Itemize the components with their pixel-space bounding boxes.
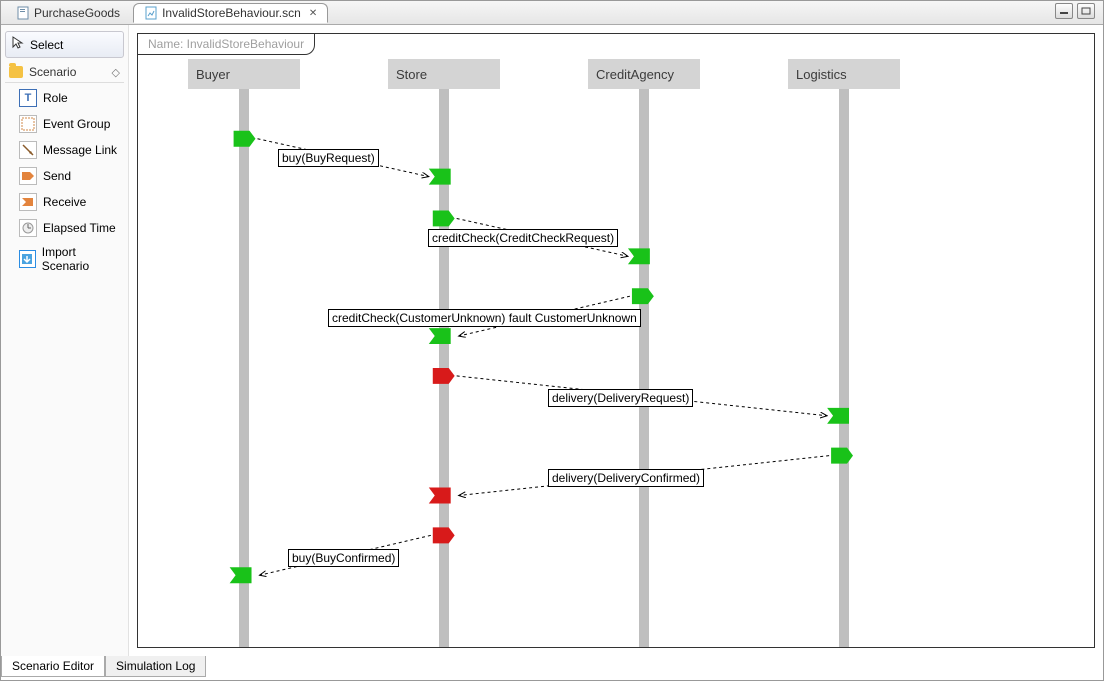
file-icon	[16, 6, 30, 20]
content-area: Select Scenario ◇ T Role Event Group	[1, 25, 1103, 656]
lifeline-buyer	[239, 89, 249, 647]
window-controls	[1055, 3, 1095, 19]
editor-window: PurchaseGoods InvalidStoreBehaviour.scn …	[0, 0, 1104, 681]
scenario-file-icon	[144, 6, 158, 20]
palette-group-label: Scenario	[29, 65, 76, 79]
message-label-buy-confirmed[interactable]: buy(BuyConfirmed)	[288, 549, 399, 567]
lifeline-store	[439, 89, 449, 647]
tab-invalid-store-behaviour[interactable]: InvalidStoreBehaviour.scn ✕	[133, 3, 328, 23]
folder-icon	[9, 66, 23, 78]
clock-icon	[19, 219, 37, 237]
tab-label: PurchaseGoods	[34, 6, 120, 20]
lifeline-creditagency	[639, 89, 649, 647]
palette-item-event-group[interactable]: Event Group	[5, 111, 124, 137]
message-label-creditcheck-fault[interactable]: creditCheck(CustomerUnknown) fault Custo…	[328, 309, 641, 327]
role-logistics[interactable]: Logistics	[788, 59, 900, 89]
role-label: CreditAgency	[596, 67, 674, 82]
message-link-icon	[19, 141, 37, 159]
tab-scenario-editor[interactable]: Scenario Editor	[1, 656, 105, 677]
event-group-icon	[19, 115, 37, 133]
lifeline-logistics	[839, 89, 849, 647]
palette-item-message-link[interactable]: Message Link	[5, 137, 124, 163]
palette-item-role[interactable]: T Role	[5, 85, 124, 111]
palette-item-label: Role	[43, 91, 68, 105]
palette-item-label: Event Group	[43, 117, 110, 131]
palette: Select Scenario ◇ T Role Event Group	[1, 25, 129, 656]
diagram-canvas[interactable]: Name: InvalidStoreBehaviour Buyer Store …	[129, 25, 1103, 656]
tab-purchase-goods[interactable]: PurchaseGoods	[5, 3, 131, 22]
diagram-connectors	[138, 59, 1094, 647]
editor-tab-bar: PurchaseGoods InvalidStoreBehaviour.scn …	[1, 1, 1103, 25]
tab-label: InvalidStoreBehaviour.scn	[162, 6, 301, 20]
palette-item-elapsed-time[interactable]: Elapsed Time	[5, 215, 124, 241]
role-creditagency[interactable]: CreditAgency	[588, 59, 700, 89]
minimize-button[interactable]	[1055, 3, 1073, 19]
cursor-icon	[12, 36, 24, 53]
message-label-buy-request[interactable]: buy(BuyRequest)	[278, 149, 379, 167]
palette-select-label: Select	[30, 38, 63, 52]
palette-group-scenario[interactable]: Scenario ◇	[5, 62, 124, 83]
import-icon	[19, 250, 36, 268]
palette-item-label: Receive	[43, 195, 86, 209]
diagram-name-label: Name: InvalidStoreBehaviour	[138, 34, 315, 55]
message-label-creditcheck-request[interactable]: creditCheck(CreditCheckRequest)	[428, 229, 618, 247]
sequence-diagram: Buyer Store CreditAgency Logistics	[138, 59, 1094, 647]
message-label-delivery-request[interactable]: delivery(DeliveryRequest)	[548, 389, 693, 407]
role-label: Store	[396, 67, 427, 82]
bottom-tab-bar: Scenario Editor Simulation Log	[1, 656, 1103, 680]
palette-item-send[interactable]: Send	[5, 163, 124, 189]
palette-item-label: Elapsed Time	[43, 221, 116, 235]
role-label: Logistics	[796, 67, 847, 82]
palette-item-label: Send	[43, 169, 71, 183]
palette-item-import-scenario[interactable]: Import Scenario	[5, 241, 124, 277]
palette-item-receive[interactable]: Receive	[5, 189, 124, 215]
palette-item-label: Message Link	[43, 143, 117, 157]
role-store[interactable]: Store	[388, 59, 500, 89]
close-icon[interactable]: ✕	[309, 8, 317, 19]
role-label: Buyer	[196, 67, 230, 82]
send-icon	[19, 167, 37, 185]
receive-icon	[19, 193, 37, 211]
maximize-button[interactable]	[1077, 3, 1095, 19]
palette-select-tool[interactable]: Select	[5, 31, 124, 58]
tab-simulation-log[interactable]: Simulation Log	[105, 656, 206, 677]
role-icon: T	[19, 89, 37, 107]
palette-item-label: Import Scenario	[42, 245, 120, 273]
role-buyer[interactable]: Buyer	[188, 59, 300, 89]
message-label-delivery-confirmed[interactable]: delivery(DeliveryConfirmed)	[548, 469, 704, 487]
pin-icon[interactable]: ◇	[112, 66, 120, 79]
